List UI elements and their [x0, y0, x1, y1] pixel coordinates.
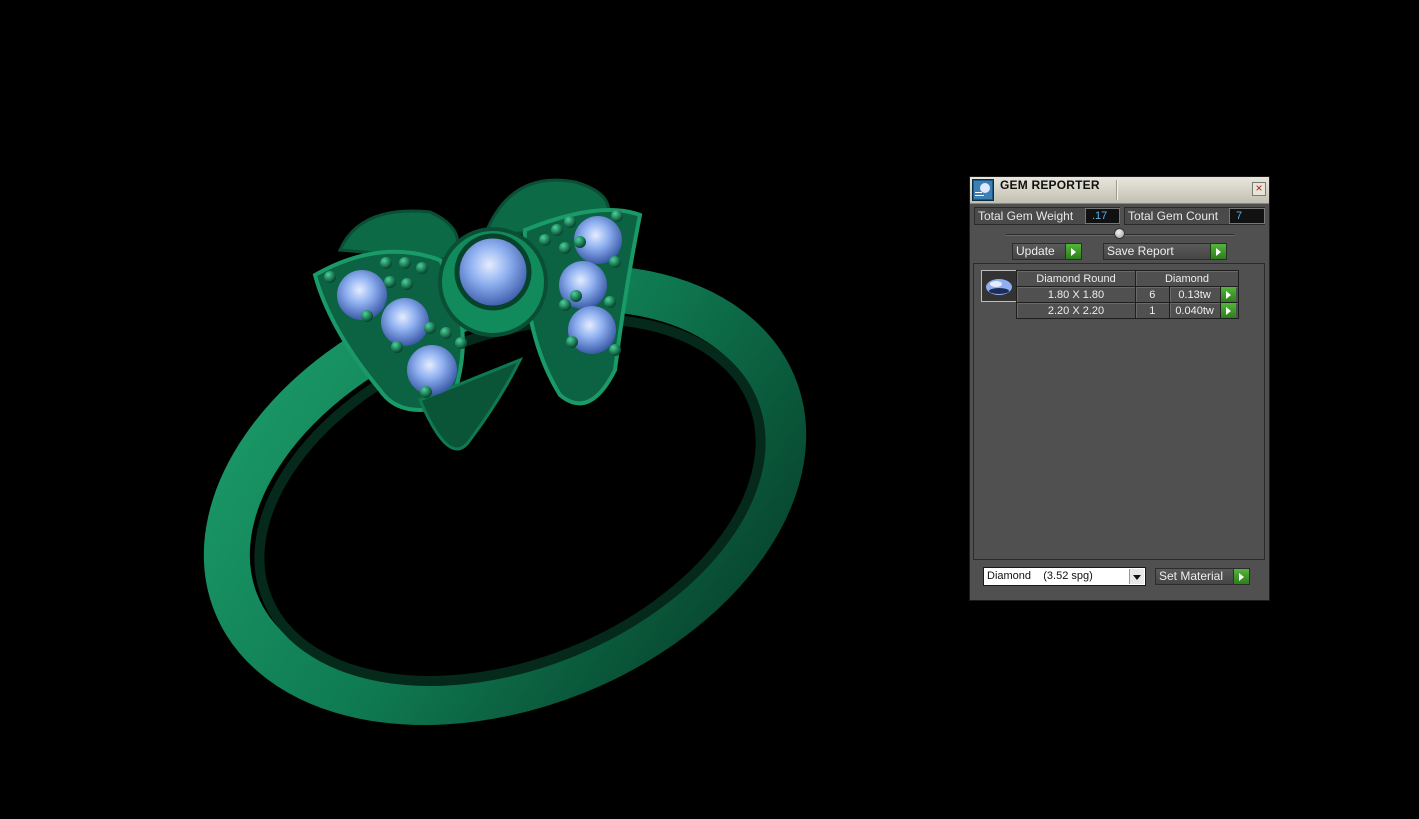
update-label: Update — [1016, 244, 1055, 258]
slider-handle[interactable] — [1114, 228, 1125, 239]
row-action-button[interactable] — [1219, 286, 1240, 303]
panel-title: GEM REPORTER — [1000, 178, 1100, 192]
play-arrow-icon — [1220, 287, 1236, 302]
close-icon[interactable]: × — [1252, 182, 1266, 196]
cell-count: 1 — [1135, 302, 1170, 319]
center-gem — [454, 233, 532, 311]
ring-model[interactable] — [165, 178, 845, 780]
gem-thumbnail[interactable] — [981, 270, 1017, 302]
table-header: Diamond Round Diamond — [1016, 270, 1239, 287]
save-report-button[interactable]: Save Report — [1103, 243, 1227, 260]
title-divider — [1116, 180, 1117, 200]
chevron-down-icon[interactable] — [1129, 569, 1144, 584]
set-material-label: Set Material — [1159, 569, 1224, 583]
material-dropdown[interactable]: Diamond (3.52 spg) — [983, 567, 1146, 586]
update-button[interactable]: Update — [1012, 243, 1082, 260]
material-selected: Diamond (3.52 spg) — [987, 570, 1093, 582]
save-report-label: Save Report — [1107, 244, 1174, 258]
cell-weight: 0.040tw — [1168, 302, 1221, 319]
play-arrow-icon — [1210, 244, 1226, 259]
3d-viewport[interactable] — [0, 0, 940, 819]
title-bar[interactable]: GEM REPORTER × — [970, 177, 1269, 204]
table-row[interactable]: 1.80 X 1.80 6 0.13tw — [1016, 286, 1240, 303]
gem-list: Diamond Round Diamond 1.80 X 1.80 6 0.13… — [973, 263, 1265, 560]
gem-report-icon — [972, 179, 994, 201]
gem — [407, 345, 457, 395]
play-arrow-icon — [1233, 569, 1249, 584]
total-weight-value: .17 — [1085, 208, 1120, 224]
cell-size: 1.80 X 1.80 — [1016, 286, 1136, 303]
table-row[interactable]: 2.20 X 2.20 1 0.040tw — [1016, 302, 1240, 319]
header-shape: Diamond Round — [1016, 270, 1136, 287]
cell-size: 2.20 X 2.20 — [1016, 302, 1136, 319]
cell-weight: 0.13tw — [1168, 286, 1221, 303]
total-count-label: Total Gem Count — [1128, 209, 1219, 223]
header-material: Diamond — [1135, 270, 1239, 287]
total-count-value: 7 — [1229, 208, 1265, 224]
row-action-button[interactable] — [1219, 302, 1240, 319]
gem-table: Diamond Round Diamond 1.80 X 1.80 6 0.13… — [1016, 270, 1240, 319]
total-weight-label: Total Gem Weight — [978, 209, 1074, 223]
gem — [337, 270, 387, 320]
play-arrow-icon — [1220, 303, 1236, 318]
set-material-button[interactable]: Set Material — [1155, 568, 1250, 585]
play-arrow-icon — [1065, 244, 1081, 259]
total-count-group: Total Gem Count 7 — [1124, 207, 1265, 225]
total-weight-group: Total Gem Weight .17 — [974, 207, 1120, 225]
gem-reporter-panel: GEM REPORTER × Total Gem Weight .17 Tota… — [969, 176, 1270, 601]
cell-count: 6 — [1135, 286, 1170, 303]
gem — [381, 298, 429, 346]
